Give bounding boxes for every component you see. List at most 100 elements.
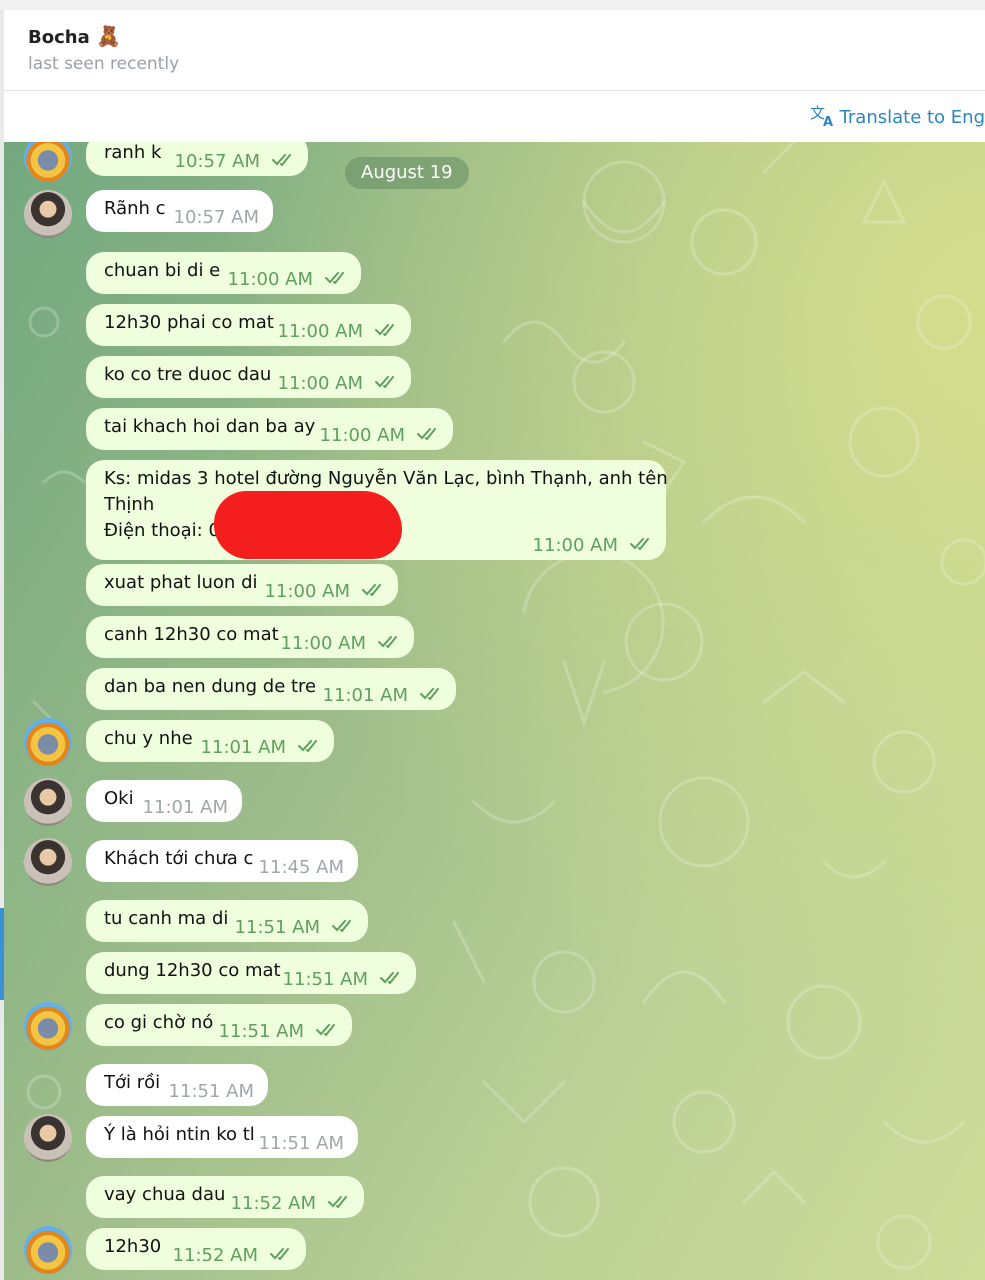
translate-bar: 文 A Translate to Eng: [4, 91, 985, 142]
avatar-contact[interactable]: [24, 1114, 72, 1162]
message-time: 11:00 AM: [278, 373, 397, 394]
message-time-text: 11:00 AM: [319, 425, 405, 446]
message-bubble-out[interactable]: tai khach hoi dan ba ay 11:00 AM: [86, 408, 453, 450]
avatar-contact[interactable]: [24, 838, 72, 886]
message-time: 10:57 AM: [175, 151, 294, 172]
message-bubble-in[interactable]: Khách tới chưa c 11:45 AM: [86, 840, 358, 882]
message-text: 12h30: [104, 1236, 162, 1257]
double-check-icon: [378, 636, 397, 648]
chat-area[interactable]: August 19 ranh k 10:57 AM Rãnh c 10:57 A…: [4, 142, 985, 1280]
message-text: dan ba nen dung de tre: [104, 676, 317, 697]
message-text: 12h30 phai co mat: [104, 312, 274, 333]
message-bubble-out[interactable]: chu y nhe 11:01 AM: [86, 720, 334, 762]
message-time: 11:00 AM: [228, 269, 347, 290]
message-time: 11:45 AM: [258, 857, 344, 878]
message-time: 11:00 AM: [533, 535, 652, 556]
message-text: Rãnh c: [104, 198, 166, 219]
message-bubble-out[interactable]: ranh k 10:57 AM: [86, 142, 308, 176]
double-check-icon: [316, 1024, 335, 1036]
translate-button[interactable]: 文 A Translate to Eng: [810, 103, 985, 130]
message-time-text: 11:01 AM: [200, 737, 286, 758]
message-text: chu y nhe: [104, 728, 193, 749]
message-time-text: 11:51 AM: [218, 1021, 304, 1042]
message-time: 11:01 AM: [201, 737, 320, 758]
chat-header[interactable]: Bocha 🧸 last seen recently: [4, 10, 985, 91]
message-bubble-out[interactable]: 12h30 phai co mat 11:00 AM: [86, 304, 411, 346]
double-check-icon: [325, 272, 344, 284]
double-check-icon: [420, 688, 439, 700]
message-time-text: 11:00 AM: [280, 633, 366, 654]
message-time-text: 11:51 AM: [234, 917, 320, 938]
date-separator: August 19: [345, 157, 469, 189]
message-text: ko co tre duoc dau: [104, 364, 272, 385]
double-check-icon: [417, 428, 436, 440]
message-bubble-out[interactable]: chuan bi di e 11:00 AM: [86, 252, 361, 294]
message-text-line: Điện thoại: 0: [104, 520, 220, 541]
redaction-mark: [214, 491, 402, 559]
message-time: 11:00 AM: [281, 633, 400, 654]
double-check-icon: [380, 972, 399, 984]
message-bubble-in[interactable]: Ý là hỏi ntin ko tl 11:51 AM: [86, 1116, 358, 1158]
double-check-icon: [630, 538, 649, 550]
message-text-line: Thịnh: [104, 494, 155, 515]
message-time-text: 11:52 AM: [172, 1245, 258, 1266]
translate-label: Translate to Eng: [839, 107, 985, 128]
message-bubble-out[interactable]: ko co tre duoc dau 11:00 AM: [86, 356, 411, 398]
message-bubble-out[interactable]: dung 12h30 co mat 11:51 AM: [86, 952, 416, 994]
message-time-text: 11:52 AM: [230, 1193, 316, 1214]
message-text: co gi chờ nó: [104, 1012, 214, 1033]
message-text: chuan bi di e: [104, 260, 221, 281]
double-check-icon: [272, 154, 291, 166]
message-bubble-out[interactable]: 12h30 11:52 AM: [86, 1228, 306, 1270]
message-bubble-in[interactable]: Rãnh c 10:57 AM: [86, 190, 273, 232]
message-time: 11:51 AM: [258, 1133, 344, 1154]
message-text: Oki: [104, 788, 134, 809]
message-text: Tới rồi: [104, 1072, 161, 1093]
message-time: 11:51 AM: [219, 1021, 338, 1042]
contact-name[interactable]: Bocha 🧸: [28, 24, 121, 48]
avatar-contact[interactable]: [24, 190, 72, 238]
message-text: Ý là hỏi ntin ko tl: [104, 1124, 255, 1145]
double-check-icon: [332, 920, 351, 932]
message-bubble-out[interactable]: dan ba nen dung de tre 11:01 AM: [86, 668, 456, 710]
translate-icon: 文 A: [810, 104, 833, 130]
contact-status: last seen recently: [28, 54, 180, 74]
message-text: tai khach hoi dan ba ay: [104, 416, 316, 437]
message-time: 11:52 AM: [173, 1245, 292, 1266]
avatar-contact[interactable]: [24, 778, 72, 826]
message-bubble-out[interactable]: canh 12h30 co mat 11:00 AM: [86, 616, 414, 658]
message-time: 11:01 AM: [323, 685, 442, 706]
message-bubble-out[interactable]: tu canh ma di 11:51 AM: [86, 900, 368, 942]
message-bubble-out[interactable]: co gi chờ nó 11:51 AM: [86, 1004, 352, 1046]
message-bubble-out[interactable]: xuat phat luon di 11:00 AM: [86, 564, 398, 606]
double-check-icon: [375, 324, 394, 336]
message-time: 11:51 AM: [283, 969, 402, 990]
message-time-text: 11:00 AM: [277, 373, 363, 394]
message-time-text: 11:00 AM: [277, 321, 363, 342]
message-bubble-out[interactable]: vay chua dau 11:52 AM: [86, 1176, 364, 1218]
message-bubble-in[interactable]: Tới rồi 11:51 AM: [86, 1064, 268, 1106]
double-check-icon: [270, 1248, 289, 1260]
message-text-line: Ks: midas 3 hotel đường Nguyễn Văn Lạc, …: [104, 468, 668, 489]
message-text: vay chua dau: [104, 1184, 226, 1205]
message-text: dung 12h30 co mat: [104, 960, 281, 981]
double-check-icon: [375, 376, 394, 388]
window-top-strip: [0, 0, 985, 10]
message-text: xuat phat luon di: [104, 572, 258, 593]
svg-text:A: A: [823, 115, 833, 127]
message-time: 11:00 AM: [320, 425, 439, 446]
message-time: 11:52 AM: [231, 1193, 350, 1214]
message-time-text: 11:51 AM: [282, 969, 368, 990]
message-text: ranh k: [104, 142, 162, 163]
message-bubble-in[interactable]: Oki 11:01 AM: [86, 780, 242, 822]
message-time: 10:57 AM: [173, 207, 259, 228]
avatar-own[interactable]: [24, 718, 72, 766]
double-check-icon: [362, 584, 381, 596]
avatar-own[interactable]: [24, 1226, 72, 1274]
message-text: tu canh ma di: [104, 908, 229, 929]
message-time: 11:00 AM: [278, 321, 397, 342]
message-time-text: 11:00 AM: [227, 269, 313, 290]
message-text: canh 12h30 co mat: [104, 624, 279, 645]
teddy-bear-emoji: 🧸: [96, 24, 121, 48]
avatar-own[interactable]: [24, 1002, 72, 1050]
